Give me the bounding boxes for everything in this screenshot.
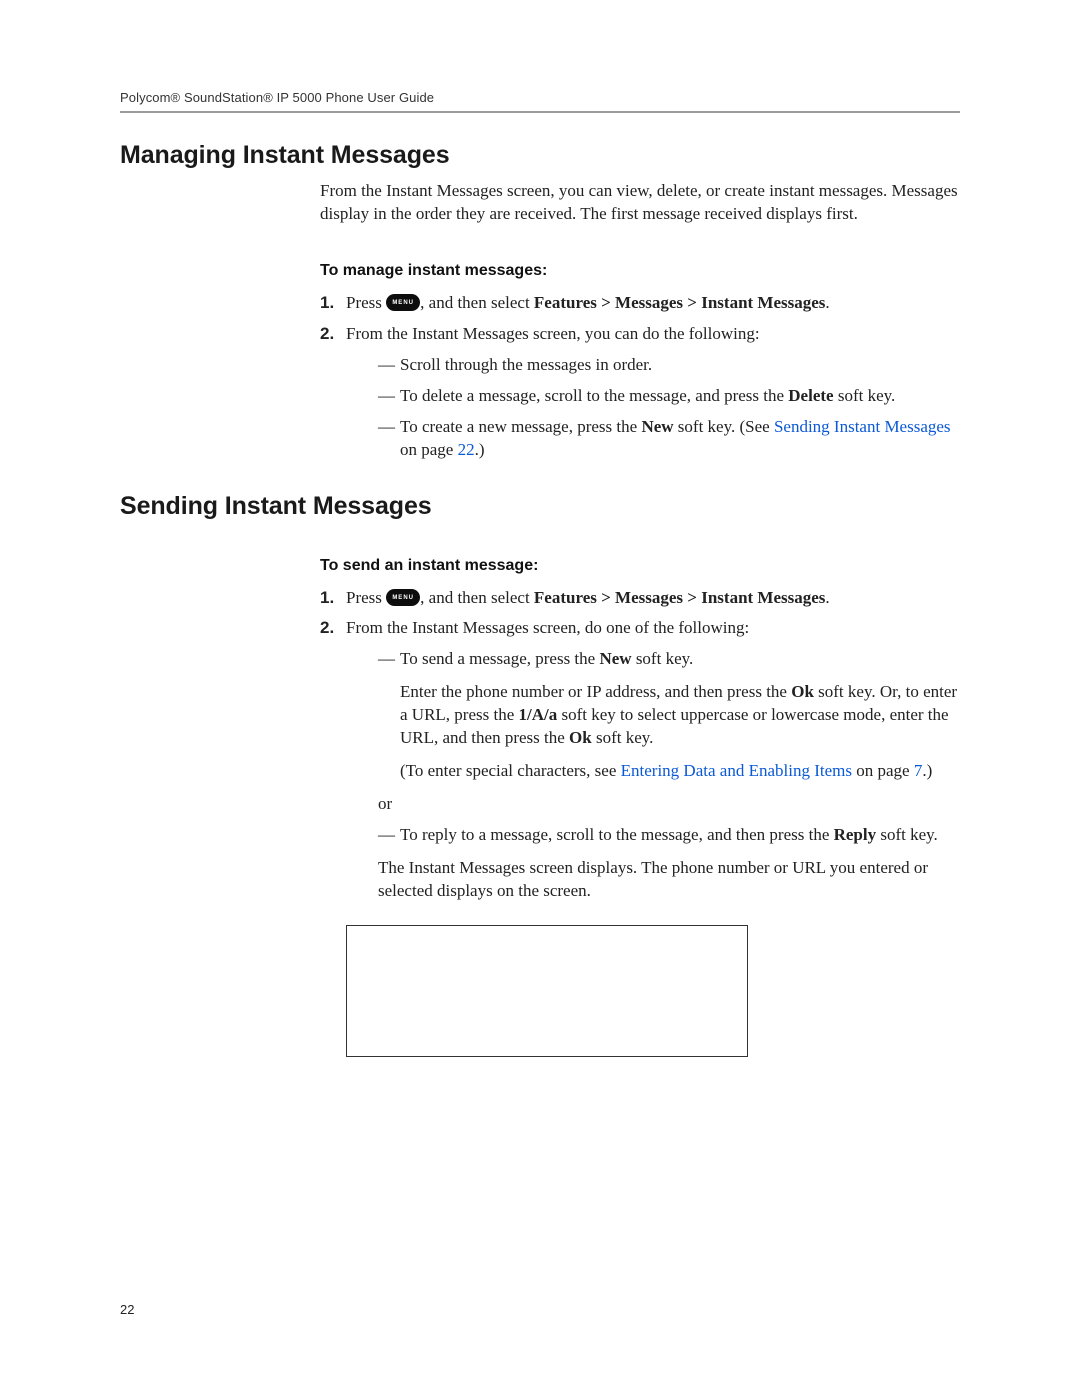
text: To send a message, press the [400,649,599,668]
softkey-new: New [641,417,673,436]
softkey-1Aa: 1/A/a [519,705,558,724]
text: soft key. [876,825,938,844]
link-page-22[interactable]: 22 [458,440,475,459]
softkey-delete: Delete [788,386,833,405]
or-separator: or [346,793,960,816]
softkey-reply: Reply [834,825,877,844]
text: on page [852,761,914,780]
paragraph: (To enter special characters, see Enteri… [400,760,960,783]
text: soft key. (See [674,417,774,436]
step-1: Press MENU, and then select Features > M… [320,587,960,610]
sub-bullets: Scroll through the messages in order. To… [346,354,960,462]
text: To reply to a message, scroll to the mes… [400,825,834,844]
step-1: Press MENU, and then select Features > M… [320,292,960,315]
text: . [825,588,829,607]
nav-path: Features > Messages > Instant Messages [534,588,826,607]
section1-body: From the Instant Messages screen, you ca… [320,180,960,462]
sub-bullets: To send a message, press the New soft ke… [346,648,960,783]
nav-path: Features > Messages > Instant Messages [534,293,826,312]
step-2: From the Instant Messages screen, do one… [320,617,960,1056]
section2-body: To send an instant message: Press MENU, … [320,557,960,1057]
link-entering-data[interactable]: Entering Data and Enabling Items [621,761,852,780]
header-rule [120,111,960,113]
text: soft key. [834,386,896,405]
text: .) [922,761,932,780]
bullet: To send a message, press the New soft ke… [378,648,960,783]
bullet: To reply to a message, scroll to the mes… [378,824,960,847]
text: . [825,293,829,312]
bullet: To create a new message, press the New s… [378,416,960,462]
text: soft key. [632,649,694,668]
softkey-new: New [599,649,631,668]
steps-send: Press MENU, and then select Features > M… [320,587,960,1057]
text: From the Instant Messages screen, you ca… [346,324,760,343]
link-sending-instant-messages[interactable]: Sending Instant Messages [774,417,951,436]
text: To delete a message, scroll to the messa… [400,386,788,405]
text: Press [346,588,386,607]
text: on page [400,440,458,459]
intro-paragraph: From the Instant Messages screen, you ca… [320,180,960,226]
sub-bullets: To reply to a message, scroll to the mes… [346,824,960,847]
text: (To enter special characters, see [400,761,621,780]
menu-key-icon: MENU [386,294,420,311]
document-page: Polycom® SoundStation® IP 5000 Phone Use… [0,0,1080,1397]
menu-key-icon: MENU [386,589,420,606]
softkey-ok: Ok [569,728,592,747]
running-header: Polycom® SoundStation® IP 5000 Phone Use… [120,90,960,105]
text: From the Instant Messages screen, do one… [346,618,749,637]
text: , and then select [420,588,534,607]
heading-sending-instant-messages: Sending Instant Messages [120,492,960,521]
page-number: 22 [120,1302,134,1317]
text: To create a new message, press the [400,417,641,436]
subhead-send: To send an instant message: [320,557,960,575]
step-2: From the Instant Messages screen, you ca… [320,323,960,462]
paragraph: Enter the phone number or IP address, an… [400,681,960,750]
text: soft key. [592,728,654,747]
subhead-manage: To manage instant messages: [320,262,960,280]
text: Enter the phone number or IP address, an… [400,682,791,701]
paragraph: The Instant Messages screen displays. Th… [346,857,960,903]
phone-screen-placeholder [346,925,748,1057]
text: , and then select [420,293,534,312]
bullet: To delete a message, scroll to the messa… [378,385,960,408]
heading-managing-instant-messages: Managing Instant Messages [120,141,960,170]
text: Press [346,293,386,312]
steps-manage: Press MENU, and then select Features > M… [320,292,960,462]
text: .) [475,440,485,459]
bullet: Scroll through the messages in order. [378,354,960,377]
softkey-ok: Ok [791,682,814,701]
